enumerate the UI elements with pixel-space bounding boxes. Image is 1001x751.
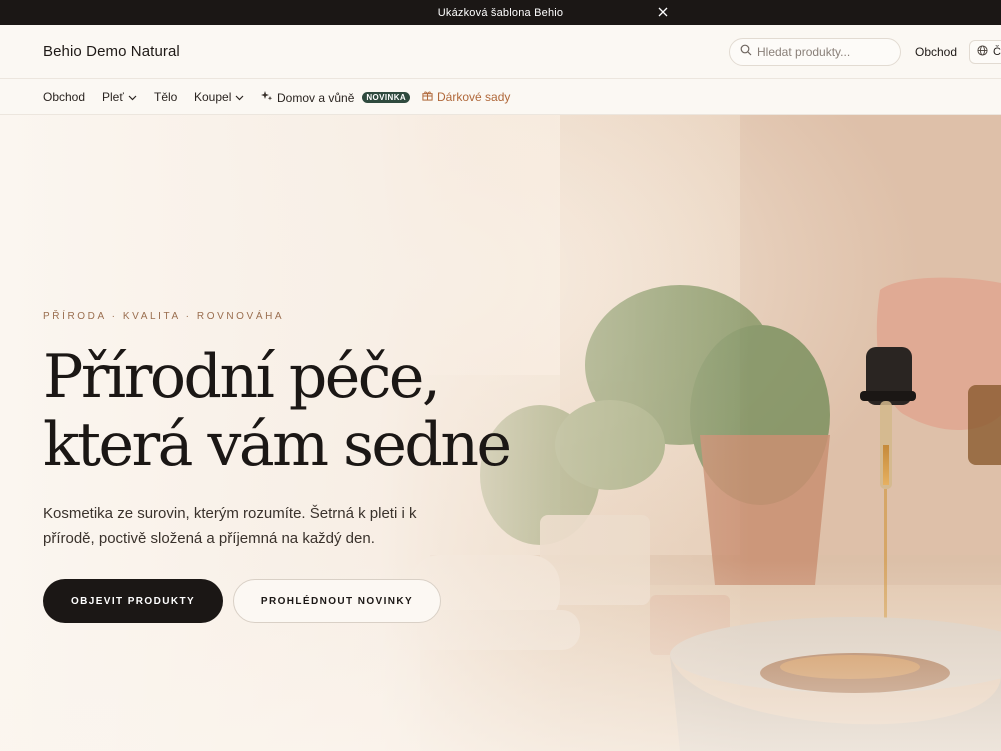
nav-item-bath[interactable]: Koupel [194,90,244,104]
sparkle-icon [261,90,273,105]
nav-item-body[interactable]: Tělo [154,90,177,104]
nav-item-label: Pleť [102,90,124,104]
new-badge: NOVINKA [362,92,411,103]
header-shop-link[interactable]: Obchod [915,45,957,59]
nav-item-label: Domov a vůně [277,90,355,105]
logo[interactable]: Behio Demo Natural [43,43,180,60]
search-box[interactable] [729,38,901,66]
hero-section: PŘÍRODA · KVALITA · ROVNOVÁHA Přírodní p… [0,115,1001,751]
globe-icon [977,45,988,59]
nav-item-label: Tělo [154,90,178,104]
hero-headline-line1: Přírodní péče, [43,342,441,412]
hero-eyebrow: PŘÍRODA · KVALITA · ROVNOVÁHA [43,311,285,322]
browse-new-button[interactable]: PROHLÉDNOUT NOVINKY [233,579,441,623]
nav-item-label: Obchod [43,90,86,104]
close-icon[interactable] [657,6,669,18]
nav-item-skin[interactable]: Pleť [102,90,137,104]
main-nav: Obchod Pleť Tělo Koupel Domov a vůně NOV… [0,79,1001,115]
chevron-down-icon [128,90,137,104]
explore-products-button[interactable]: OBJEVIT PRODUKTY [43,579,223,623]
nav-item-label: Dárkové sady [437,90,511,104]
search-input[interactable] [757,45,887,59]
announcement-bar: Ukázková šablona Behio [0,0,1001,25]
hero-headline-line2: která vám sedne [43,410,512,480]
nav-item-shop[interactable]: Obchod [43,90,85,104]
nav-item-home-scents[interactable]: Domov a vůně NOVINKA [261,90,411,105]
language-label: Č [993,46,1001,58]
gift-icon [422,90,433,104]
language-selector[interactable]: Č [969,40,1001,64]
hero-subtext: Kosmetika ze surovin, kterým rozumíte. Š… [43,505,417,547]
nav-item-label: Koupel [194,90,232,104]
search-icon [740,43,752,61]
hero-headline: Přírodní péče, která vám sedne [43,342,512,480]
announcement-text: Ukázková šablona Behio [437,6,564,19]
chevron-down-icon [235,90,244,104]
site-header: Behio Demo Natural Obchod Č [0,25,1001,79]
nav-item-gift-sets[interactable]: Dárkové sady [422,90,510,104]
